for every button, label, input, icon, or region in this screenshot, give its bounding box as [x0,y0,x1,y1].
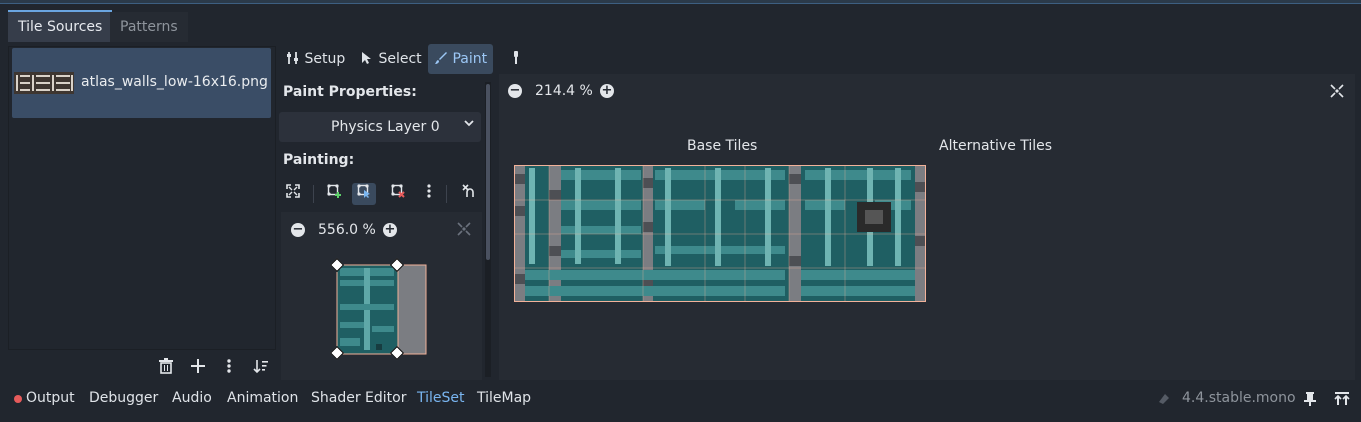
bottom-tab-tileset[interactable]: TileSet [417,390,465,406]
preview-tile[interactable] [329,257,427,361]
terrain-select-icon[interactable] [352,183,376,205]
setup-button[interactable]: Setup [280,44,351,74]
zoom-out-icon[interactable]: − [508,84,522,98]
kebab-icon[interactable] [219,358,239,378]
center-view-icon[interactable] [456,221,472,241]
bottom-tab-animation[interactable]: Animation [227,390,298,406]
atlas-thumbnail [14,72,74,94]
tile-atlas[interactable] [514,165,926,302]
preview-zoom-level: 556.0 % [318,222,376,238]
center-view-icon[interactable] [1329,83,1345,103]
tab-patterns[interactable]: Patterns [110,12,188,42]
paint-brush-icon [434,51,452,67]
version-label: 4.4.stable.mono [1182,390,1296,406]
setup-label: Setup [304,51,346,67]
select-button[interactable]: Select [354,44,428,74]
zoom-in-icon[interactable]: + [600,84,614,98]
clear-icon[interactable] [457,183,481,205]
expand-icon[interactable] [281,183,305,205]
paint-properties-heading: Paint Properties: [283,84,417,100]
zoom-out-icon[interactable]: − [291,223,305,237]
alternative-tiles-label: Alternative Tiles [939,138,1053,154]
base-tiles-label: Base Tiles [687,138,758,154]
paint-label: Paint [452,51,488,67]
painting-heading: Painting: [283,152,355,168]
update-spinner-icon [1157,392,1171,410]
bottom-tab-output[interactable]: Output [26,390,75,406]
chevron-down-icon [463,117,475,133]
bottom-tab-shader-editor[interactable]: Shader Editor [311,390,406,406]
sort-icon[interactable] [251,358,271,378]
painting-toolbar [279,178,481,210]
bottom-tab-audio[interactable]: Audio [172,390,212,406]
sources-toolbar [8,352,274,382]
tab-tile-sources[interactable]: Tile Sources [8,10,113,42]
cursor-icon [360,51,378,67]
atlas-zoom-level: 214.4 % [535,83,593,99]
error-indicator-icon [14,395,22,403]
terrain-remove-icon[interactable] [386,183,410,205]
tab-bar: Tile Sources Patterns [0,8,1361,42]
picker-icon [510,51,522,67]
plus-icon[interactable] [188,358,208,378]
terrain-add-icon[interactable] [322,183,346,205]
panel-toggle-icon[interactable] [1334,391,1350,411]
kebab-icon[interactable] [417,183,441,205]
paint-property-selected: Physics Layer 0 [331,119,440,135]
pin-icon[interactable] [1303,391,1317,411]
picker-button[interactable] [504,44,528,74]
bottom-tab-tilemap[interactable]: TileMap [477,390,531,406]
paint-button[interactable]: Paint [428,44,494,74]
tile-source-label: atlas_walls_low-16x16.png [81,74,268,90]
scrollbar-thumb[interactable] [486,84,490,260]
select-label: Select [378,51,422,67]
zoom-in-icon[interactable]: + [383,223,397,237]
bottom-tab-debugger[interactable]: Debugger [89,390,158,406]
trash-icon[interactable] [156,358,176,378]
top-strip [0,0,1361,4]
setup-icon [286,51,304,67]
